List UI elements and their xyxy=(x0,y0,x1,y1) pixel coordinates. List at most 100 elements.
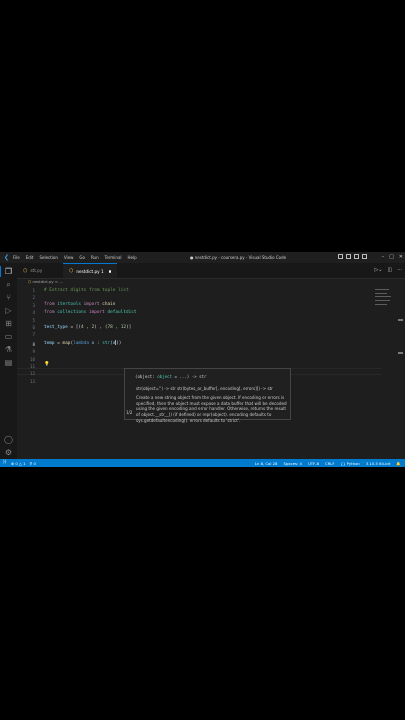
menu-go[interactable]: Go xyxy=(79,255,85,260)
cursor-position[interactable]: Ln 8, Col 28 xyxy=(255,461,278,466)
run-debug-icon[interactable]: ▷ xyxy=(4,306,13,315)
line-number: 8 xyxy=(32,341,35,347)
line-number: 5 xyxy=(32,317,35,323)
code-token: temp xyxy=(44,341,55,347)
code-line[interactable]: from itertools import chain xyxy=(44,301,115,308)
python-file-icon: ⬡ xyxy=(23,267,28,274)
line-number: 10 xyxy=(29,356,35,362)
hover-signature: (object: object = ...) -> str xyxy=(135,374,207,379)
code-token: itertools xyxy=(57,302,84,308)
scrollbar-marker xyxy=(398,352,403,354)
source-control-icon[interactable]: ⑂ xyxy=(4,293,13,302)
indentation-status[interactable]: Spaces: 4 xyxy=(283,461,301,466)
editor-tabs: ⬡ stt.py ⬡ nestdict.py 1 ▷⌄ ◫ ··· xyxy=(17,263,405,279)
line-number: 11 xyxy=(29,364,35,369)
minimap-line xyxy=(375,304,388,306)
line-number: 7 xyxy=(32,332,35,338)
code-token: from xyxy=(44,309,58,315)
remote-icon[interactable]: ⟩⟨ xyxy=(3,460,7,465)
vscode-window: ❮ File Edit Selection View Go Run Termin… xyxy=(0,252,405,467)
maximize-icon[interactable]: □ xyxy=(389,254,394,260)
code-token: test_type xyxy=(44,324,68,330)
toggle-panel-icon[interactable] xyxy=(346,254,351,259)
code-line[interactable]: test_type = [(4 , 2) , (78 , 12)] xyxy=(44,324,131,331)
scrollbar-marker xyxy=(398,319,403,321)
minimap[interactable] xyxy=(373,285,395,365)
tab-stt[interactable]: ⬡ stt.py xyxy=(17,263,62,278)
problems-status[interactable]: ⊗ 0 △ 1 xyxy=(11,461,26,466)
menu-run[interactable]: Run xyxy=(91,255,99,260)
code-token: str xyxy=(102,341,111,347)
hover-body: str(object='') -> str str(bytes_or_buffe… xyxy=(136,386,288,427)
code-token: from xyxy=(44,302,58,308)
tab-label: nestdict.py 1 xyxy=(76,268,104,274)
python-interpreter[interactable]: 3.10.5 64-bit xyxy=(366,461,390,466)
line-number: 6 xyxy=(32,325,35,330)
menu-help[interactable]: Help xyxy=(128,255,137,260)
code-token: import xyxy=(83,302,103,308)
close-window-icon[interactable]: ✕ xyxy=(399,254,403,260)
tab-label: stt.py xyxy=(30,268,43,273)
vscode-logo-icon: ❮ xyxy=(3,254,10,261)
toggle-secondary-sidebar-icon[interactable] xyxy=(354,254,359,259)
minimap-line xyxy=(375,293,388,295)
code-token: # Extract digits from tuple list xyxy=(44,287,129,293)
line-number: 4 xyxy=(32,310,35,316)
minimize-icon[interactable]: – xyxy=(382,254,385,260)
jupyter-icon[interactable]: ▤ xyxy=(4,358,13,367)
code-token: import xyxy=(88,309,108,315)
python-file-icon: ⬡ xyxy=(28,279,32,284)
breadcrumb[interactable]: ⬡ nestdict.py > ... xyxy=(28,279,63,284)
minimap-line xyxy=(375,289,390,290)
split-editor-icon[interactable]: ◫ xyxy=(387,267,392,273)
editor-actions: ▷⌄ ◫ ··· xyxy=(374,267,402,273)
ports-status[interactable]: ⚲ 0 xyxy=(30,461,36,466)
code-token: = [( xyxy=(67,324,82,330)
minimap-line xyxy=(375,295,391,297)
minimap-line xyxy=(375,300,390,301)
hover-tooltip: (object: object = ...) -> str 1/2 str(ob… xyxy=(124,368,291,423)
extensions-icon[interactable]: ⊞ xyxy=(4,319,13,328)
signature-open: (object: xyxy=(135,374,158,379)
hover-overload-text: str(object='') -> str str(bytes_or_buffe… xyxy=(136,386,273,391)
line-number: 13 xyxy=(29,378,35,384)
explorer-icon[interactable]: ❐ xyxy=(0,266,13,277)
manage-gear-icon[interactable]: ⚙ xyxy=(4,448,13,457)
code-line[interactable]: temp = map(lambda x : str(x)) xyxy=(44,340,121,347)
code-token: )] xyxy=(126,324,132,330)
breadcrumb-path: nestdict.py > ... xyxy=(32,279,63,284)
tab-nestdict[interactable]: ⬡ nestdict.py 1 xyxy=(63,263,117,278)
code-line[interactable]: # Extract digits from tuple list xyxy=(44,287,129,294)
lightbulb-icon[interactable]: 💡 xyxy=(44,362,50,367)
testing-icon[interactable]: ⚗ xyxy=(4,345,13,354)
more-icon[interactable]: ··· xyxy=(397,267,402,273)
run-icon[interactable]: ▷⌄ xyxy=(374,267,382,273)
python-file-icon: ⬡ xyxy=(69,268,74,274)
code-line[interactable]: from collections import defaultdict xyxy=(44,309,137,316)
remote-explorer-icon[interactable]: ▭ xyxy=(4,332,13,341)
signature-type: object xyxy=(157,374,172,379)
code-token: lambda xyxy=(73,341,92,347)
menu-edit[interactable]: Edit xyxy=(26,255,34,260)
line-number: 9 xyxy=(32,349,35,355)
menu-bar: File Edit Selection View Go Run Terminal… xyxy=(13,255,137,260)
overload-counter[interactable]: 1/2 xyxy=(126,410,132,415)
menu-view[interactable]: View xyxy=(64,255,74,260)
customize-layout-icon[interactable] xyxy=(362,254,367,259)
eol-status[interactable]: CRLF xyxy=(325,461,335,466)
line-number: 1 xyxy=(32,288,35,293)
encoding-status[interactable]: UTF-8 xyxy=(308,461,319,466)
search-icon[interactable]: ⌕ xyxy=(4,280,13,289)
notifications-bell-icon[interactable]: 🔔 xyxy=(396,461,401,466)
accounts-icon[interactable]: ◯ xyxy=(4,435,13,444)
menu-file[interactable]: File xyxy=(13,255,20,260)
toggle-primary-sidebar-icon[interactable] xyxy=(338,254,343,259)
unsaved-dot-icon[interactable] xyxy=(108,269,111,273)
line-number: 12 xyxy=(29,371,35,377)
window-title: ● nestdict.py - coursera.py - Visual Stu… xyxy=(190,255,287,260)
language-mode[interactable]: {} Python xyxy=(341,461,360,466)
title-bar: ❮ File Edit Selection View Go Run Termin… xyxy=(0,252,405,263)
menu-selection[interactable]: Selection xyxy=(39,255,57,260)
code-token: defaultdict xyxy=(107,309,137,315)
menu-terminal[interactable]: Terminal xyxy=(105,255,122,260)
